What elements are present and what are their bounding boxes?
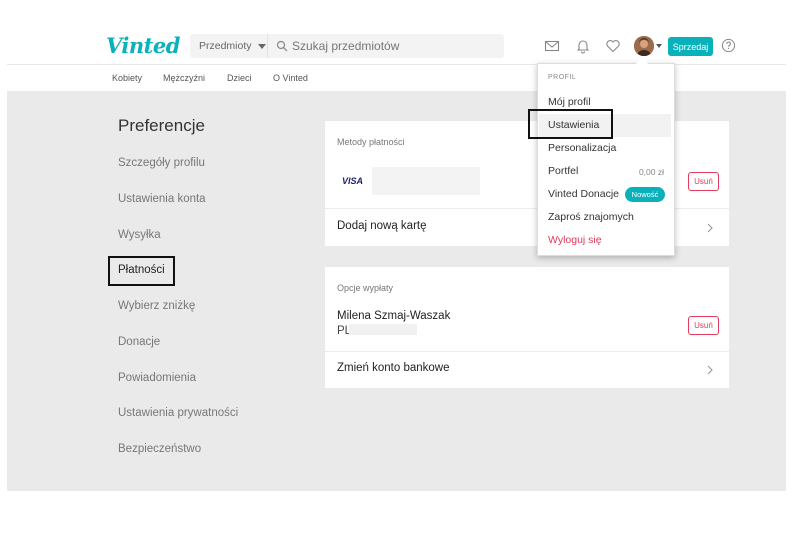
chevron-right-icon <box>707 223 713 233</box>
category-select-label: Przedmioty <box>199 40 252 52</box>
change-bank-account-link[interactable]: Zmień konto bankowe <box>337 362 450 374</box>
chevron-down-icon <box>257 43 266 49</box>
wallet-balance: 0,00 zł <box>638 167 664 177</box>
avatar-chevron-icon[interactable] <box>656 44 662 48</box>
help-icon[interactable] <box>721 38 736 53</box>
sell-button[interactable]: Sprzedaj <box>668 37 713 56</box>
highlight-box-settings <box>528 109 613 139</box>
sidebar-item-privacy[interactable]: Ustawienia prywatności <box>118 407 238 419</box>
sidebar-item-profile-details[interactable]: Szczegóły profilu <box>118 157 205 169</box>
menu-item-logout[interactable]: Wyloguj się <box>548 234 602 246</box>
sidebar-item-discount[interactable]: Wybierz zniżkę <box>118 300 195 312</box>
visa-card-icon: VISA <box>342 176 364 186</box>
menu-item-personalization[interactable]: Personalizacja <box>548 142 616 154</box>
row-divider <box>325 351 729 352</box>
heart-icon[interactable] <box>605 38 621 54</box>
payout-options-card: Opcje wypłaty Milena Szmaj-Waszak PL Usu… <box>325 267 729 388</box>
payment-methods-label: Metody płatności <box>337 137 405 147</box>
iban-redacted <box>349 324 417 335</box>
inbox-icon[interactable] <box>544 38 560 54</box>
sidebar-item-notifications[interactable]: Powiadomienia <box>118 372 196 384</box>
sidebar-item-security[interactable]: Bezpieczeństwo <box>118 443 201 455</box>
card-number-redacted <box>372 167 480 195</box>
catnav-women[interactable]: Kobiety <box>112 73 142 83</box>
remove-bank-account-button[interactable]: Usuń <box>688 316 719 335</box>
menu-item-invite-friends[interactable]: Zaproś znajomych <box>548 211 634 223</box>
add-card-link[interactable]: Dodaj nową kartę <box>337 220 427 232</box>
catnav-about[interactable]: O Vinted <box>273 73 308 83</box>
highlight-box-payments <box>108 256 175 286</box>
sidebar-item-donations[interactable]: Donacje <box>118 336 160 348</box>
dropdown-arrow <box>636 57 648 64</box>
vinted-logo[interactable]: Vinted <box>106 33 180 58</box>
catnav-kids[interactable]: Dzieci <box>227 73 252 83</box>
profile-dropdown-menu: PROFIL Mój profil Ustawienia Personaliza… <box>537 63 675 256</box>
menu-item-wallet[interactable]: Portfel <box>548 165 578 177</box>
category-select[interactable]: Przedmioty <box>190 34 268 58</box>
remove-card-button[interactable]: Usuń <box>688 172 719 191</box>
avatar-image <box>634 36 654 56</box>
bell-icon[interactable] <box>575 38 591 54</box>
search-bar: Przedmioty <box>190 34 504 58</box>
account-holder-name: Milena Szmaj-Waszak <box>337 310 451 322</box>
catnav-men[interactable]: Mężczyźni <box>163 73 205 83</box>
page-title: Preferencje <box>118 116 205 135</box>
payout-options-label: Opcje wypłaty <box>337 283 394 293</box>
menu-item-my-profile[interactable]: Mój profil <box>548 96 591 108</box>
avatar[interactable] <box>634 36 654 56</box>
menu-item-donations[interactable]: Vinted Donacje <box>548 188 619 200</box>
profile-menu-header: PROFIL <box>548 74 577 81</box>
sidebar-item-shipping[interactable]: Wysyłka <box>118 229 161 241</box>
new-badge: Nowość <box>625 187 665 202</box>
chevron-right-icon <box>707 365 713 375</box>
search-icon <box>276 40 288 52</box>
sidebar-item-account-settings[interactable]: Ustawienia konta <box>118 193 206 205</box>
search-input[interactable] <box>292 39 492 53</box>
top-header: Vinted Przedmioty Sprzedaj <box>0 0 800 64</box>
